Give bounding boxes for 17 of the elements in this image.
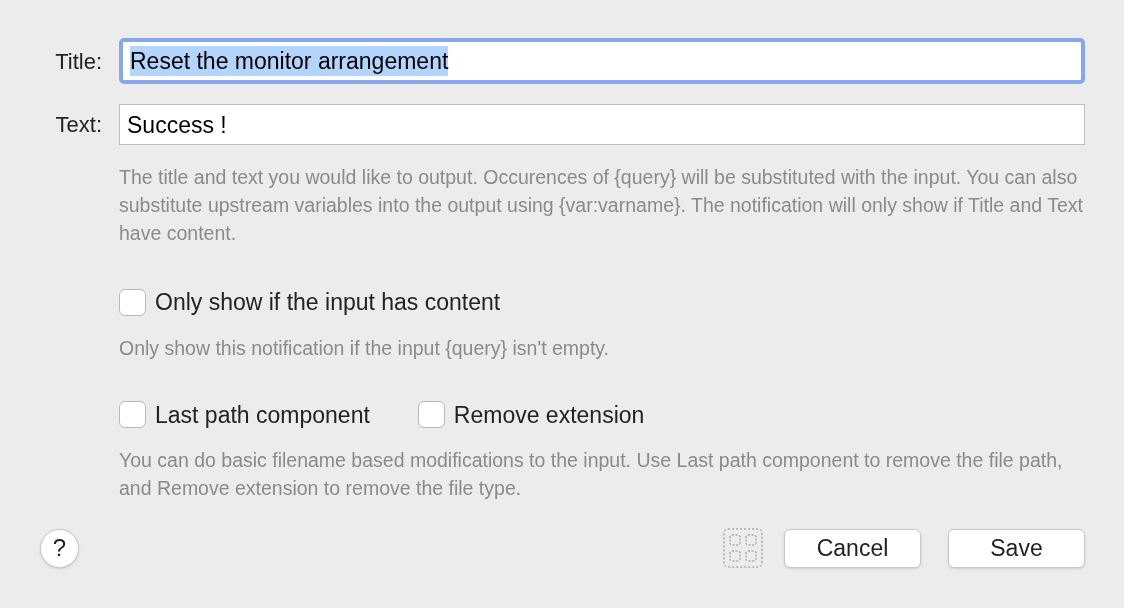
help-text: The title and text you would like to output. Occurences of {query} will be substituted with the input. You can also substitute upstream variables into the output using {var:varname}. The notification will only show if Title and Text have content.	[119, 165, 1084, 246]
checkbox[interactable]	[119, 288, 146, 316]
checkbox[interactable]	[417, 401, 445, 429]
help-text: You can do basic filename based modifications to the input. Use Last path component to remove the file path, and Remove extension to remove the file type.	[119, 448, 1064, 501]
checkbox-label: Only show if the input has content	[155, 288, 501, 317]
help-button[interactable]: ?	[40, 528, 79, 568]
checkbox[interactable]	[119, 401, 146, 429]
checkbox-label: Last path component	[155, 400, 370, 430]
field-label: Title:	[54, 47, 102, 76]
input-field[interactable]: Reset the monitor arrangement	[119, 38, 1085, 84]
checkbox-label: Remove extension	[453, 400, 645, 430]
dialog-button[interactable]: Save	[948, 528, 1085, 568]
input-field[interactable]: Success !	[119, 104, 1085, 145]
dialog-button[interactable]: Cancel	[784, 528, 921, 568]
grid-icon[interactable]	[723, 528, 763, 568]
help-text: Only show this notification if the input {query} isn't empty.	[119, 335, 611, 361]
field-label: Text:	[54, 111, 102, 139]
